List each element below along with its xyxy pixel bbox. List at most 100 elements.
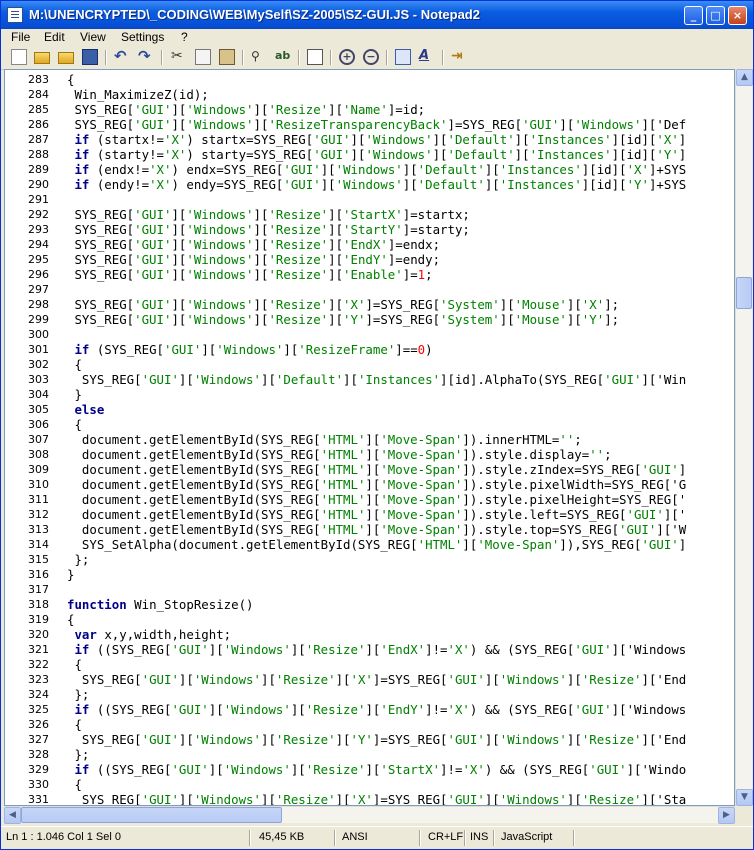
maximize-button[interactable]: □: [706, 6, 725, 25]
menu-edit[interactable]: Edit: [44, 30, 65, 44]
code-line[interactable]: 304 }: [5, 387, 734, 402]
exit-icon[interactable]: ⇥: [451, 49, 467, 65]
code-line[interactable]: 299 SYS_REG['GUI']['Windows']['Resize'][…: [5, 312, 734, 327]
horizontal-scrollbar[interactable]: ◀ ▶: [4, 806, 735, 824]
code-line[interactable]: 320 var x,y,width,height;: [5, 627, 734, 642]
close-button[interactable]: ×: [728, 6, 747, 25]
title-bar[interactable]: M:\UNENCRYPTED\_CODING\WEB\MySelf\SZ-200…: [1, 1, 753, 29]
code-line[interactable]: 292 SYS_REG['GUI']['Windows']['Resize'][…: [5, 207, 734, 222]
code-line[interactable]: 303 SYS_REG['GUI']['Windows']['Default']…: [5, 372, 734, 387]
save-icon[interactable]: [82, 49, 98, 65]
open-folder-icon[interactable]: [34, 52, 50, 64]
code-line[interactable]: 288 if (starty!='X') starty=SYS_REG['GUI…: [5, 147, 734, 162]
code-line[interactable]: 300: [5, 327, 734, 342]
toolbar-separator: [442, 50, 444, 65]
code-line[interactable]: 290 if (endy!='X') endy=SYS_REG['GUI']['…: [5, 177, 734, 192]
line-number: 309: [28, 463, 49, 476]
code-line[interactable]: 317: [5, 582, 734, 597]
new-file-icon[interactable]: [11, 49, 27, 65]
code-line[interactable]: 307 document.getElementById(SYS_REG['HTM…: [5, 432, 734, 447]
cut-icon[interactable]: ✂: [171, 49, 187, 65]
menu-help[interactable]: ?: [181, 30, 188, 44]
line-number: 303: [28, 373, 49, 386]
minimize-button[interactable]: _: [684, 6, 703, 25]
code-line[interactable]: 323 SYS_REG['GUI']['Windows']['Resize'][…: [5, 672, 734, 687]
code-editor[interactable]: 283{284 Win_MaximizeZ(id); 285 SYS_REG['G…: [4, 69, 735, 806]
corner-grip: [735, 806, 752, 823]
code-line[interactable]: 319 {: [5, 612, 734, 627]
line-number: 323: [28, 673, 49, 686]
code-line[interactable]: 302 {: [5, 357, 734, 372]
toolbar: ↶ ↷ ✂ ⚲ ab + − A ⇥: [1, 47, 753, 70]
code-line[interactable]: 321 if ((SYS_REG['GUI']['Windows']['Resi…: [5, 642, 734, 657]
code-line[interactable]: 328 };: [5, 747, 734, 762]
paste-icon[interactable]: [219, 49, 235, 65]
scheme-icon[interactable]: [395, 49, 411, 65]
code-line[interactable]: 318 function Win_StopResize(): [5, 597, 734, 612]
menu-settings[interactable]: Settings: [121, 30, 164, 44]
menu-file[interactable]: File: [11, 30, 30, 44]
code-text: function Win_StopResize(): [67, 597, 254, 612]
code-line[interactable]: 293 SYS_REG['GUI']['Windows']['Resize'][…: [5, 222, 734, 237]
code-line[interactable]: 322 {: [5, 657, 734, 672]
code-line[interactable]: 297: [5, 282, 734, 297]
code-line[interactable]: 329 if ((SYS_REG['GUI']['Windows']['Resi…: [5, 762, 734, 777]
code-text: if ((SYS_REG['GUI']['Windows']['Resize']…: [74, 642, 687, 657]
redo-icon[interactable]: ↷: [138, 49, 154, 65]
scroll-left-button[interactable]: ◀: [4, 807, 21, 824]
code-line[interactable]: 301 if (SYS_REG['GUI']['Windows']['Resiz…: [5, 342, 734, 357]
line-number: 294: [28, 238, 49, 251]
code-line[interactable]: 310 document.getElementById(SYS_REG['HTM…: [5, 477, 734, 492]
code-line[interactable]: 298 SYS_REG['GUI']['Windows']['Resize'][…: [5, 297, 734, 312]
code-line[interactable]: 324 };: [5, 687, 734, 702]
code-line[interactable]: 283 {: [5, 72, 734, 87]
code-line[interactable]: 296 SYS_REG['GUI']['Windows']['Resize'][…: [5, 267, 734, 282]
status-line-endings: CR+LF: [428, 831, 464, 843]
code-line[interactable]: 312 document.getElementById(SYS_REG['HTM…: [5, 507, 734, 522]
code-line[interactable]: 314 SYS_SetAlpha(document.getElementById…: [5, 537, 734, 552]
code-line[interactable]: 331 SYS_REG['GUI']['Windows']['Resize'][…: [5, 792, 734, 805]
menu-view[interactable]: View: [80, 30, 106, 44]
zoom-in-icon[interactable]: +: [339, 49, 355, 65]
code-line[interactable]: 305 else: [5, 402, 734, 417]
code-line[interactable]: 326 {: [5, 717, 734, 732]
line-number: 313: [28, 523, 49, 536]
code-text: {: [67, 72, 75, 87]
code-line[interactable]: 284 Win_MaximizeZ(id);: [5, 87, 734, 102]
line-number: 308: [28, 448, 49, 461]
code-line[interactable]: 286 SYS_REG['GUI']['Windows']['ResizeTra…: [5, 117, 734, 132]
code-line[interactable]: 308 document.getElementById(SYS_REG['HTM…: [5, 447, 734, 462]
code-line[interactable]: 325 if ((SYS_REG['GUI']['Windows']['Resi…: [5, 702, 734, 717]
toolbar-separator: [105, 50, 107, 65]
copy-icon[interactable]: [195, 49, 211, 65]
word-wrap-icon[interactable]: [307, 49, 323, 65]
vertical-scrollbar[interactable]: ▲ ▼: [735, 69, 753, 806]
code-line[interactable]: 316}: [5, 567, 734, 582]
font-icon[interactable]: A: [419, 49, 435, 65]
code-line[interactable]: 311 document.getElementById(SYS_REG['HTM…: [5, 492, 734, 507]
code-line[interactable]: 291: [5, 192, 734, 207]
code-line[interactable]: 309 document.getElementById(SYS_REG['HTM…: [5, 462, 734, 477]
code-line[interactable]: 315 };: [5, 552, 734, 567]
find-icon[interactable]: ⚲: [251, 49, 267, 65]
code-line[interactable]: 295 SYS_REG['GUI']['Windows']['Resize'][…: [5, 252, 734, 267]
replace-icon[interactable]: ab: [275, 49, 291, 65]
vertical-scroll-thumb[interactable]: [736, 277, 752, 309]
undo-icon[interactable]: ↶: [114, 49, 130, 65]
code-line[interactable]: 294 SYS_REG['GUI']['Windows']['Resize'][…: [5, 237, 734, 252]
code-line[interactable]: 289 if (endx!='X') endx=SYS_REG['GUI']['…: [5, 162, 734, 177]
code-line[interactable]: 330 {: [5, 777, 734, 792]
code-line[interactable]: 313 document.getElementById(SYS_REG['HTM…: [5, 522, 734, 537]
browse-icon[interactable]: [58, 52, 74, 64]
code-line[interactable]: 287 if (startx!='X') startx=SYS_REG['GUI…: [5, 132, 734, 147]
code-line[interactable]: 327 SYS_REG['GUI']['Windows']['Resize'][…: [5, 732, 734, 747]
scroll-down-button[interactable]: ▼: [736, 789, 753, 806]
line-number: 290: [28, 178, 49, 191]
app-icon[interactable]: [7, 7, 23, 23]
code-line[interactable]: 306 {: [5, 417, 734, 432]
zoom-out-icon[interactable]: −: [363, 49, 379, 65]
horizontal-scroll-thumb[interactable]: [21, 807, 282, 823]
scroll-up-button[interactable]: ▲: [736, 69, 753, 86]
code-line[interactable]: 285 SYS_REG['GUI']['Windows']['Resize'][…: [5, 102, 734, 117]
scroll-right-button[interactable]: ▶: [718, 807, 735, 824]
